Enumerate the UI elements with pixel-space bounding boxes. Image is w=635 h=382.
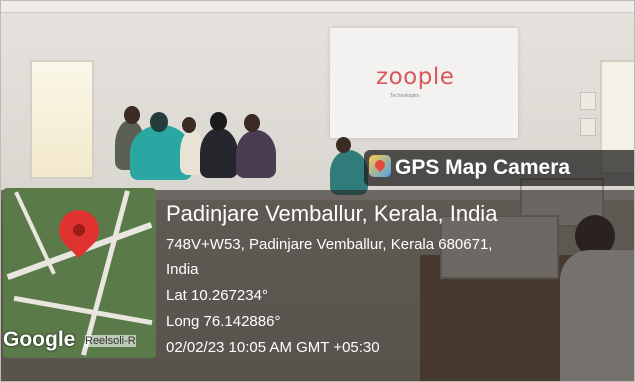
person-head [210, 112, 227, 131]
address-line-2: India [166, 261, 199, 278]
timestamp: 02/02/23 10:05 AM GMT +05:30 [166, 339, 380, 356]
address-line-1: 748V+W53, Padinjare Vemballur, Kerala 68… [166, 236, 493, 253]
gps-camera-title: GPS Map Camera [395, 156, 571, 179]
gps-camera-app-icon [369, 155, 391, 177]
latitude: Lat 10.267234° [166, 287, 268, 304]
map-thumbnail: Google Reelsoli-R [3, 188, 156, 358]
map-road-label: Reelsoli-R [85, 335, 136, 347]
person-head [150, 112, 168, 132]
map-pin-dot [73, 224, 85, 236]
screen-tagline: Technologies [390, 93, 420, 99]
screen-logo-text: zoople [376, 64, 455, 90]
person-head [244, 114, 260, 132]
person-head [124, 106, 140, 124]
map-road [13, 295, 153, 326]
person [236, 130, 276, 178]
google-logo: Google [3, 328, 76, 351]
classroom-photo: zoople Technologies GPS Map Camera Googl… [0, 0, 635, 382]
wall-switch [580, 118, 596, 136]
left-window [30, 60, 94, 179]
ceiling [0, 0, 635, 13]
person [330, 150, 368, 195]
place-name: Padinjare Vemballur, Kerala, India [166, 201, 498, 226]
map-road [14, 191, 56, 275]
person-head [182, 117, 196, 133]
person [200, 128, 238, 178]
person-head [336, 137, 351, 153]
wall-switch [580, 92, 596, 110]
longitude: Long 76.142886° [166, 313, 281, 330]
